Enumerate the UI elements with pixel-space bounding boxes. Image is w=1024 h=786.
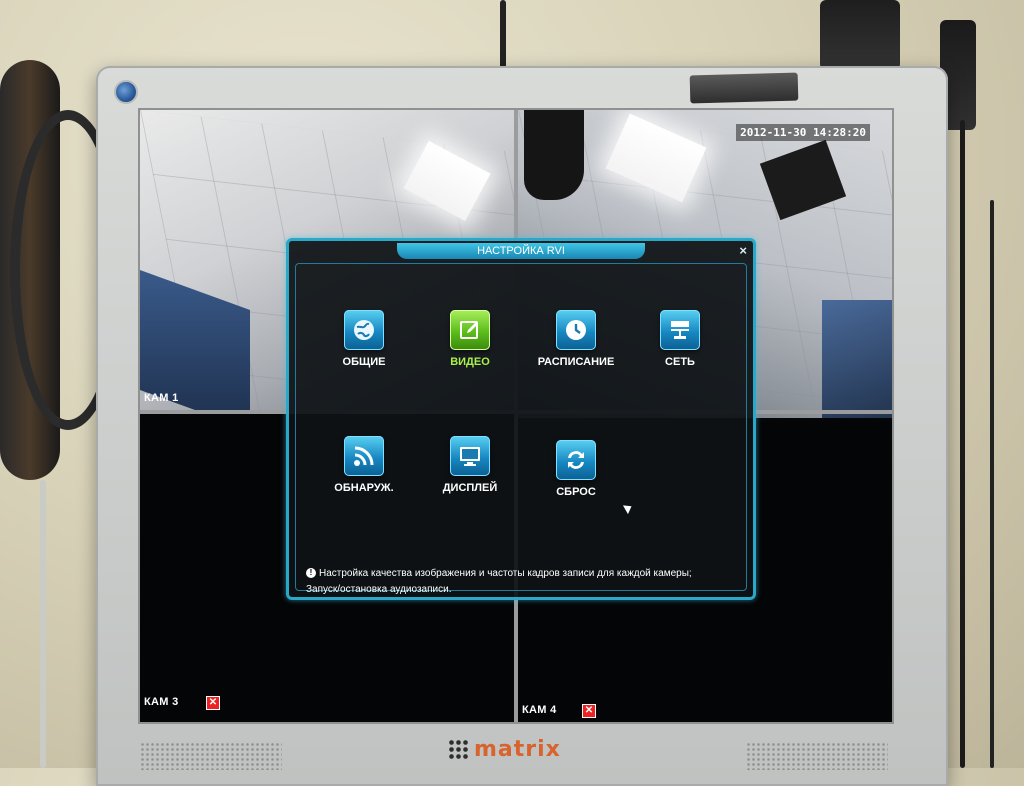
menu-label-network: СЕТЬ (665, 356, 695, 368)
refresh-icon (556, 440, 596, 480)
camera-label-3: КАМ 3 (144, 696, 179, 708)
cable (820, 0, 900, 70)
menu-label-detection: ОБНАРУЖ. (334, 482, 394, 494)
tape (689, 72, 799, 104)
brand-logo: matrix (448, 736, 561, 762)
cable (960, 120, 965, 768)
menu-item-detection[interactable]: ОБНАРУЖ. (316, 436, 412, 494)
brand-dots-icon (448, 739, 468, 759)
info-icon: ! (306, 568, 316, 579)
desk (822, 300, 892, 418)
menu-label-display: ДИСПЛЕЙ (442, 482, 498, 494)
signal-icon (344, 436, 384, 476)
close-icon[interactable]: × (739, 243, 747, 258)
speaker-grille-left (140, 742, 282, 770)
camera-label-1: КАМ 1 (144, 392, 179, 404)
help-text-line-1: Настройка качества изображения и частоты… (319, 568, 692, 579)
menu-item-general[interactable]: ОБЩИЕ (316, 310, 412, 368)
cable (500, 0, 506, 70)
menu-label-reset: СБРОС (556, 486, 596, 498)
clock-icon (556, 310, 596, 350)
no-signal-icon: ✕ (582, 704, 596, 718)
menu-label-video: ВИДЕО (450, 356, 490, 368)
help-text: ! Настройка качества изображения и частот… (306, 566, 736, 598)
network-icon (660, 310, 700, 350)
monitor-icon (450, 436, 490, 476)
menu-item-video[interactable]: ВИДЕО (422, 310, 518, 368)
globe-icon (344, 310, 384, 350)
dvr-screen: КАМ 1 2012-11-30 14:28:20 КАМ 3 ✕ КАМ 4 … (138, 108, 894, 724)
brand-name: matrix (474, 736, 561, 762)
menu-item-display[interactable]: ДИСПЛЕЙ (422, 436, 518, 494)
dialog-title-bar: НАСТРОЙКА RVI (397, 243, 645, 259)
help-text-line-2: Запуск/остановка аудиозаписи. (306, 584, 452, 595)
cable (40, 480, 46, 768)
dialog-title: НАСТРОЙКА RVI (477, 245, 565, 257)
speaker-grille-right (746, 742, 888, 770)
monitor: КАМ 1 2012-11-30 14:28:20 КАМ 3 ✕ КАМ 4 … (96, 66, 948, 786)
timestamp: 2012-11-30 14:28:20 (736, 124, 870, 141)
settings-dialog: НАСТРОЙКА RVI × ОБЩИЕ ВИДЕО РАСПИСАНИЕ С… (286, 238, 756, 600)
cable (990, 200, 994, 768)
power-led-icon (114, 80, 138, 104)
dialog-body: ОБЩИЕ ВИДЕО РАСПИСАНИЕ СЕТЬ ОБНАРУЖ. ДИС… (295, 263, 747, 595)
camera-housing (524, 110, 584, 200)
menu-item-schedule[interactable]: РАСПИСАНИЕ (528, 310, 624, 368)
menu-item-reset[interactable]: СБРОС (528, 440, 624, 498)
no-signal-icon: ✕ (206, 696, 220, 710)
camera-label-4: КАМ 4 (522, 704, 557, 716)
edit-icon (450, 310, 490, 350)
menu-label-general: ОБЩИЕ (342, 356, 386, 368)
monitor-bezel-bottom: matrix (96, 730, 948, 786)
menu-item-network[interactable]: СЕТЬ (632, 310, 728, 368)
help-line-1: ! Настройка качества изображения и частот… (306, 566, 736, 582)
menu-label-schedule: РАСПИСАНИЕ (537, 356, 615, 368)
